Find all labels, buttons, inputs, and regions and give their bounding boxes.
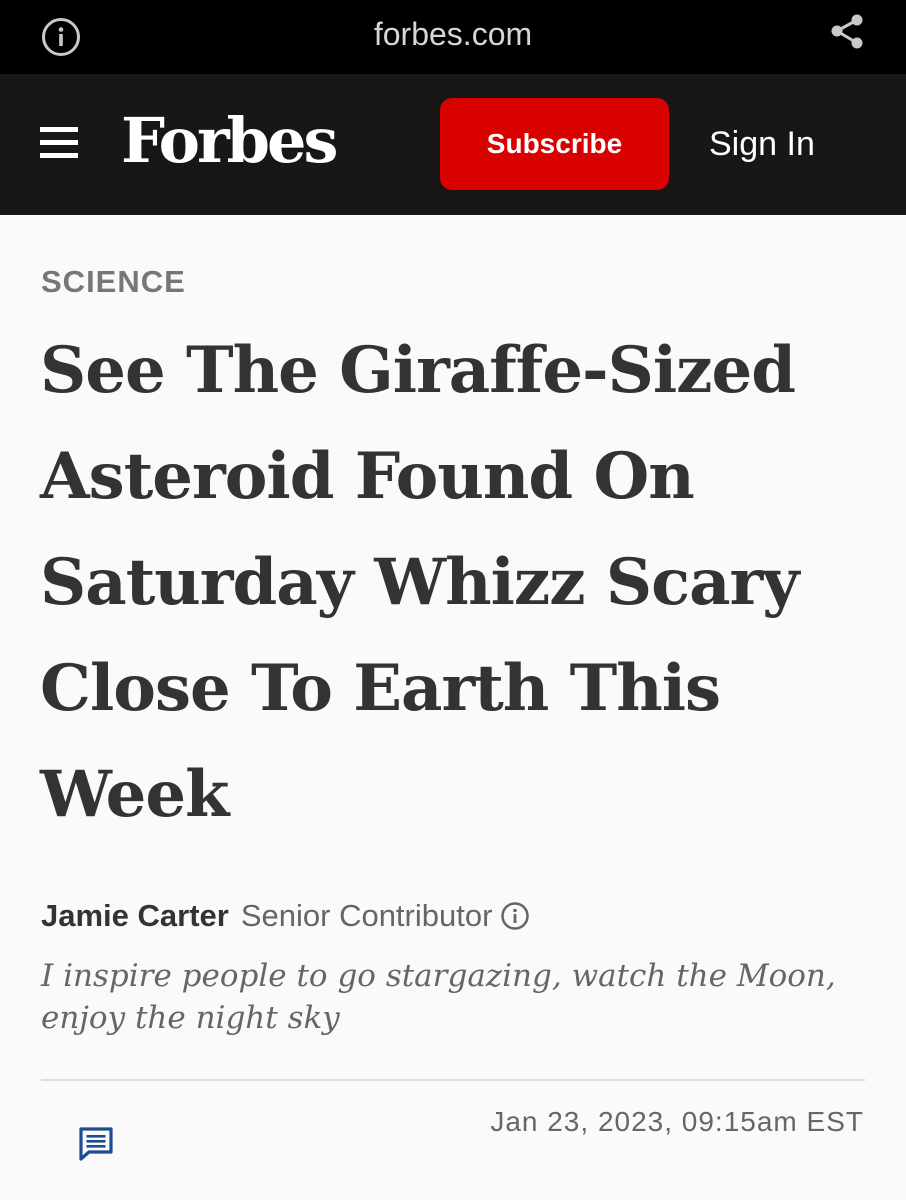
publish-date: Jan 23, 2023, 09:15am EST	[490, 1106, 864, 1137]
comment-icon[interactable]	[78, 1126, 114, 1162]
info-icon[interactable]	[500, 901, 530, 931]
author-name[interactable]: Jamie Carter	[41, 898, 229, 934]
author-role: Senior Contributor	[240, 898, 493, 933]
author-bio: I inspire people to go stargazing, watch…	[41, 958, 836, 1036]
hamburger-menu-icon[interactable]	[40, 125, 80, 161]
section-label[interactable]: SCIENCE	[41, 264, 186, 300]
byline: Jamie Carter Senior Contributor	[41, 896, 530, 936]
share-icon[interactable]	[827, 12, 867, 52]
browser-address-bar: forbes.com	[0, 0, 906, 74]
article-headline: See The Giraffe-Sized Asteroid Found On …	[40, 333, 799, 832]
url-text[interactable]: forbes.com	[0, 12, 906, 56]
subscribe-button[interactable]: Subscribe	[440, 98, 669, 190]
divider	[41, 1079, 865, 1081]
forbes-logo[interactable]: Forbes	[121, 102, 338, 180]
site-header: Forbes Subscribe Sign In	[0, 74, 906, 215]
sign-in-link[interactable]: Sign In	[709, 122, 815, 166]
